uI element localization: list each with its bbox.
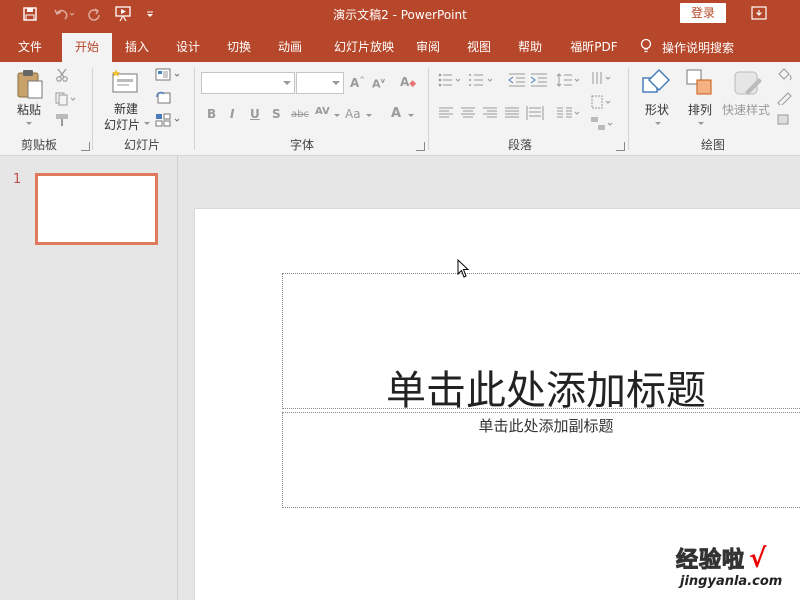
shadow-icon[interactable]: S	[272, 107, 281, 121]
ribbon-display-options-icon[interactable]	[750, 5, 768, 21]
shapes-dropdown-icon[interactable]	[655, 122, 661, 125]
clipboard-group-label: 剪贴板	[21, 138, 58, 152]
numbering-icon[interactable]	[468, 72, 498, 91]
drawing-group-label: 绘图	[701, 138, 726, 152]
font-launcher-icon[interactable]	[416, 142, 425, 151]
tell-me-search[interactable]: 操作说明搜索	[640, 33, 734, 62]
change-case-dropdown-icon[interactable]	[366, 114, 372, 117]
paragraph-group-label: 段落	[508, 138, 533, 152]
tell-me-label: 操作说明搜索	[662, 41, 735, 55]
title-bar: 演示文稿2 - PowerPoint 登录	[0, 0, 800, 28]
lightbulb-icon	[640, 38, 652, 57]
decrease-indent-icon[interactable]	[508, 72, 526, 91]
tab-insert[interactable]: 插入	[115, 33, 159, 62]
underline-icon[interactable]: U	[250, 107, 260, 121]
format-painter-icon[interactable]	[55, 113, 71, 130]
copy-icon[interactable]	[55, 92, 77, 109]
align-right-icon[interactable]	[482, 106, 498, 123]
tab-transitions[interactable]: 切换	[217, 33, 261, 62]
character-spacing-dropdown-icon[interactable]	[334, 114, 340, 117]
watermark-brand-text: 经验啦	[675, 548, 746, 574]
tab-help[interactable]: 帮助	[508, 33, 552, 62]
mouse-cursor-icon	[457, 258, 471, 282]
shape-outline-icon[interactable]	[776, 91, 796, 108]
slide-number: 1	[13, 172, 22, 187]
ribbon-home: 粘贴 剪贴板 新建 幻灯片 幻灯片 A^ Av A◆ B I U S abc A…	[0, 62, 800, 156]
watermark: 经验啦 √ jingyanla.com	[670, 540, 795, 596]
section-icon[interactable]	[155, 113, 183, 130]
tab-view[interactable]: 视图	[457, 33, 501, 62]
align-center-icon[interactable]	[460, 106, 476, 123]
paste-icon[interactable]	[14, 68, 46, 103]
font-size-combobox[interactable]	[296, 72, 344, 94]
font-color-dropdown-icon[interactable]	[408, 114, 414, 117]
quick-styles-icon[interactable]	[733, 68, 765, 101]
shapes-icon[interactable]	[641, 68, 673, 101]
character-spacing-icon[interactable]: AV	[315, 106, 330, 117]
ribbon-tab-bar: 文件 开始 插入 设计 切换 动画 幻灯片放映 审阅 视图 帮助 福昕PDF 操…	[0, 28, 800, 62]
watermark-brand: 经验啦 √	[675, 542, 768, 574]
cut-icon[interactable]	[55, 68, 69, 85]
tab-file[interactable]: 文件	[8, 33, 52, 62]
align-text-icon[interactable]	[590, 94, 614, 113]
watermark-check: √	[749, 544, 768, 574]
new-slide-icon[interactable]	[110, 68, 140, 99]
clipboard-launcher-icon[interactable]	[81, 142, 90, 151]
shapes-button[interactable]: 形状	[645, 101, 669, 118]
group-separator	[92, 68, 93, 150]
paste-dropdown-icon[interactable]	[26, 122, 32, 125]
align-left-icon[interactable]	[438, 106, 454, 123]
font-group-label: 字体	[290, 138, 315, 152]
convert-to-smartart-icon[interactable]	[590, 116, 616, 135]
watermark-url: jingyanla.com	[680, 574, 783, 589]
increase-indent-icon[interactable]	[530, 72, 548, 91]
tab-review[interactable]: 审阅	[406, 33, 450, 62]
distributed-icon[interactable]	[526, 104, 544, 125]
paragraph-launcher-icon[interactable]	[616, 142, 625, 151]
paste-button[interactable]: 粘贴	[17, 101, 41, 118]
slide-editing-area: 单击此处添加标题 单击此处添加副标题	[179, 156, 800, 600]
quick-styles-button[interactable]: 快速样式	[722, 101, 770, 118]
shape-fill-icon[interactable]	[776, 68, 796, 85]
group-separator	[428, 68, 429, 150]
slides-group-label: 幻灯片	[124, 138, 161, 152]
slide-thumbnail-panel: 1	[0, 156, 178, 600]
columns-icon[interactable]	[556, 106, 582, 123]
italic-icon[interactable]: I	[230, 107, 234, 121]
text-direction-icon[interactable]	[590, 70, 614, 91]
title-placeholder-text: 单击此处添加标题	[386, 368, 706, 414]
arrange-button[interactable]: 排列	[688, 101, 712, 118]
reset-icon[interactable]	[155, 91, 173, 108]
shape-effects-icon[interactable]	[776, 113, 796, 130]
change-case-icon[interactable]: Aa	[345, 107, 361, 121]
decrease-font-size-icon[interactable]: Av	[372, 77, 385, 91]
arrange-dropdown-icon[interactable]	[698, 122, 704, 125]
tab-slideshow[interactable]: 幻灯片放映	[322, 33, 406, 62]
subtitle-placeholder-text: 单击此处添加副标题	[478, 417, 614, 435]
clear-formatting-icon[interactable]: A◆	[400, 75, 416, 89]
layout-icon[interactable]	[155, 68, 183, 85]
tab-design[interactable]: 设计	[166, 33, 210, 62]
line-spacing-icon[interactable]	[556, 72, 582, 91]
strikethrough-icon[interactable]: abc	[291, 109, 309, 120]
bold-icon[interactable]: B	[207, 107, 216, 121]
new-slide-label-1[interactable]: 新建	[114, 100, 138, 117]
tab-animations[interactable]: 动画	[268, 33, 312, 62]
subtitle-placeholder[interactable]: 单击此处添加副标题	[282, 412, 800, 508]
group-separator	[194, 68, 195, 150]
increase-font-size-icon[interactable]: A^	[350, 76, 365, 90]
slide-thumbnail[interactable]	[35, 173, 158, 245]
group-separator	[628, 68, 629, 150]
font-name-combobox[interactable]	[201, 72, 295, 94]
arrange-icon[interactable]	[685, 68, 715, 101]
tab-home[interactable]: 开始	[62, 33, 112, 62]
title-placeholder[interactable]: 单击此处添加标题	[282, 273, 800, 414]
login-button[interactable]: 登录	[680, 3, 726, 23]
bullets-icon[interactable]	[438, 72, 464, 91]
justify-icon[interactable]	[504, 106, 520, 123]
font-color-icon[interactable]: A	[391, 106, 401, 121]
tab-foxit-pdf[interactable]: 福昕PDF	[562, 33, 626, 62]
new-slide-label-2[interactable]: 幻灯片	[104, 116, 140, 133]
new-slide-dropdown-icon[interactable]	[144, 122, 150, 125]
